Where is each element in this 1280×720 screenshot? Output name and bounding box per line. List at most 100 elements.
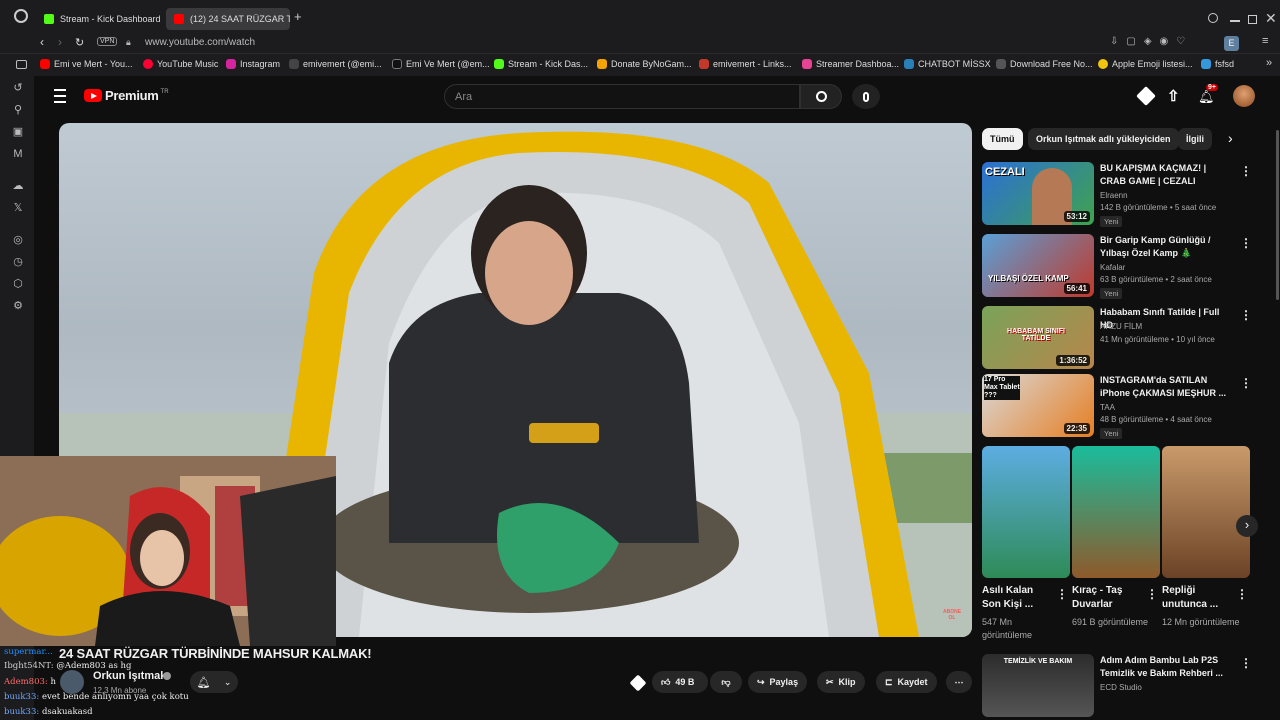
bookmark-item[interactable]: CHATBOT MİSSX: [904, 59, 991, 69]
more-vertical-icon[interactable]: ⋮: [1236, 587, 1248, 601]
mail-icon[interactable]: M: [12, 148, 24, 160]
video-title[interactable]: BU KAPIŞMA KAÇMAZ! | CRAB GAME | CEZALI: [1100, 162, 1230, 188]
more-vertical-icon[interactable]: ⋮: [1240, 164, 1252, 178]
bookmark-item[interactable]: fsfsd: [1201, 59, 1234, 69]
short-thumbnail[interactable]: [982, 446, 1070, 578]
profile-badge[interactable]: E: [1224, 36, 1239, 51]
clip-button[interactable]: ✂ Klip: [817, 671, 865, 693]
browser-logo-icon[interactable]: [14, 9, 28, 23]
hamburger-menu-icon[interactable]: [52, 89, 68, 103]
recommended-video[interactable]: HABABAM SINIFI TATİLDE 1:36:52 Hababam S…: [982, 306, 1262, 372]
address-bar-row: ‹ › ↻ VPN 🔒︎ www.youtube.com/watch ⇩▢◈◉♡…: [0, 32, 1280, 54]
subscribe-watermark[interactable]: ABONE OL: [940, 609, 964, 621]
notifications-button[interactable]: 🔔︎ 9+: [1198, 84, 1218, 104]
puzzle-icon[interactable]: ⬡: [12, 278, 24, 290]
bookmark-item[interactable]: Streamer Dashboa...: [802, 59, 899, 69]
more-actions-button[interactable]: ⋯: [946, 671, 972, 693]
channel-name[interactable]: ECD Studio: [1100, 683, 1142, 692]
save-button[interactable]: ⊏ Kaydet: [876, 671, 937, 693]
more-vertical-icon[interactable]: ⋮: [1056, 587, 1068, 601]
recommended-video[interactable]: CEZALI 53:12 BU KAPIŞMA KAÇMAZ! | CRAB G…: [982, 162, 1262, 228]
reload-icon[interactable]: ↻: [75, 36, 84, 49]
shorts-next-button[interactable]: ›: [1236, 515, 1258, 537]
minimize-button[interactable]: [1230, 20, 1240, 22]
tab-youtube-video[interactable]: (12) 24 SAAT RÜZGAR TÜ: [166, 8, 290, 30]
search-input[interactable]: Ara: [444, 84, 800, 109]
bookmarks-overflow-icon[interactable]: »: [1266, 57, 1272, 69]
gamepad-icon[interactable]: ▣: [12, 126, 24, 138]
video-thumbnail[interactable]: YILBAŞI ÖZEL KAMP 56:41: [982, 234, 1094, 297]
channel-avatar[interactable]: [60, 670, 84, 694]
logo-text: Premium: [105, 88, 159, 103]
more-vertical-icon[interactable]: ⋮: [1240, 376, 1252, 390]
more-vertical-icon[interactable]: ⋮: [1240, 308, 1252, 322]
video-thumbnail[interactable]: CEZALI 53:12: [982, 162, 1094, 225]
history-arrow-icon[interactable]: ↺: [12, 82, 24, 94]
recommended-video[interactable]: YILBAŞI ÖZEL KAMP 56:41 Bir Garip Kamp G…: [982, 234, 1262, 300]
like-button[interactable]: 👍︎ 49 B: [652, 671, 708, 693]
video-title[interactable]: Bir Garip Kamp Günlüğü / Yılbaşı Özel Ka…: [1100, 234, 1230, 260]
clock-icon[interactable]: ◷: [12, 256, 24, 268]
close-window-button[interactable]: ✕: [1265, 10, 1277, 27]
url-field[interactable]: www.youtube.com/watch: [145, 37, 255, 48]
bookmark-item[interactable]: emivemert (@emi...: [289, 59, 382, 69]
settings-icon[interactable]: ⚙: [12, 300, 24, 312]
menu-icon[interactable]: ≡: [1262, 35, 1268, 47]
chip-all[interactable]: Tümü: [982, 128, 1023, 150]
channel-name[interactable]: Kafalar: [1100, 263, 1125, 272]
pin-icon[interactable]: ⚲: [12, 104, 24, 116]
bookmark-item[interactable]: Emi ve Mert - You...: [40, 59, 133, 69]
recommended-video[interactable]: TEMİZLİK VE BAKIM Adım Adım Bambu Lab P2…: [982, 654, 1262, 720]
restore-button[interactable]: [1248, 15, 1257, 24]
bookmark-item[interactable]: Download Free No...: [996, 59, 1093, 69]
chevron-right-icon[interactable]: ›: [1228, 130, 1233, 146]
tab-kick-dashboard[interactable]: Stream - Kick Dashboard: [36, 8, 164, 30]
sidebar-toggle-icon[interactable]: [16, 60, 27, 69]
dislike-button[interactable]: 👎︎: [710, 671, 742, 693]
new-tab-button[interactable]: +: [294, 10, 302, 23]
voice-search-button[interactable]: [852, 84, 880, 109]
short-title[interactable]: Asılı Kalan Son Kişi ...: [982, 584, 1052, 612]
video-title[interactable]: INSTAGRAM'da SATILAN iPhone ÇAKMASI MEŞH…: [1100, 374, 1230, 400]
chip-uploader[interactable]: Orkun Işıtmak adlı yükleyiciden: [1028, 128, 1179, 150]
forward-arrow-icon[interactable]: ›: [58, 35, 62, 49]
more-vertical-icon[interactable]: ⋮: [1240, 236, 1252, 250]
target-icon[interactable]: ◎: [12, 234, 24, 246]
channel-name[interactable]: Orkun Işıtmak: [93, 670, 166, 682]
short-thumbnail[interactable]: [1162, 446, 1250, 578]
scrollbar[interactable]: [1276, 130, 1279, 300]
notification-bell-button[interactable]: 🔔︎ ⌄: [190, 671, 238, 693]
video-thumbnail[interactable]: TEMİZLİK VE BAKIM: [982, 654, 1094, 717]
bookmark-item[interactable]: Emi Ve Mert (@em...: [392, 59, 490, 69]
search-button[interactable]: [800, 84, 842, 109]
short-title[interactable]: Kıraç - Taş Duvarlar: [1072, 584, 1142, 612]
upload-icon[interactable]: ⇧: [1167, 87, 1180, 105]
video-thumbnail[interactable]: HABABAM SINIFI TATİLDE 1:36:52: [982, 306, 1094, 369]
search-tabs-icon[interactable]: [1208, 13, 1218, 23]
short-thumbnail[interactable]: [1072, 446, 1160, 578]
bookmark-item[interactable]: Stream - Kick Das...: [494, 59, 588, 69]
more-vertical-icon[interactable]: ⋮: [1240, 656, 1252, 670]
channel-name[interactable]: ARZU FİLM: [1100, 322, 1142, 331]
bookmark-item[interactable]: Donate ByNoGam...: [597, 59, 692, 69]
share-button[interactable]: ↪ Paylaş: [748, 671, 808, 693]
recommended-video[interactable]: 17 Pro Max Tablet ??? 22:35 INSTAGRAM'da…: [982, 374, 1262, 440]
vpn-badge[interactable]: VPN: [97, 37, 118, 46]
channel-name[interactable]: TAA: [1100, 403, 1115, 412]
bookmark-item[interactable]: Apple Emoji listesi...: [1098, 59, 1193, 69]
video-title[interactable]: Adım Adım Bambu Lab P2S Temizlik ve Bakı…: [1100, 654, 1230, 680]
bluesky-icon[interactable]: ☁: [12, 180, 24, 192]
more-vertical-icon[interactable]: ⋮: [1146, 587, 1158, 601]
x-icon[interactable]: 𝕏: [12, 202, 24, 214]
bookmark-item[interactable]: emivemert - Links...: [699, 59, 792, 69]
bookmark-item[interactable]: YouTube Music: [143, 59, 218, 69]
bookmark-item[interactable]: Instagram: [226, 59, 280, 69]
bookmark-favicon-icon: [1201, 59, 1211, 69]
video-thumbnail[interactable]: 17 Pro Max Tablet ??? 22:35: [982, 374, 1094, 437]
chip-related[interactable]: İlgili: [1178, 128, 1212, 150]
back-arrow-icon[interactable]: ‹: [40, 35, 44, 49]
short-title[interactable]: Repliği unutunca ...: [1162, 584, 1232, 612]
account-avatar[interactable]: [1233, 85, 1255, 107]
channel-name[interactable]: Elraenn: [1100, 191, 1128, 200]
youtube-logo[interactable]: Premium TR: [84, 88, 169, 103]
